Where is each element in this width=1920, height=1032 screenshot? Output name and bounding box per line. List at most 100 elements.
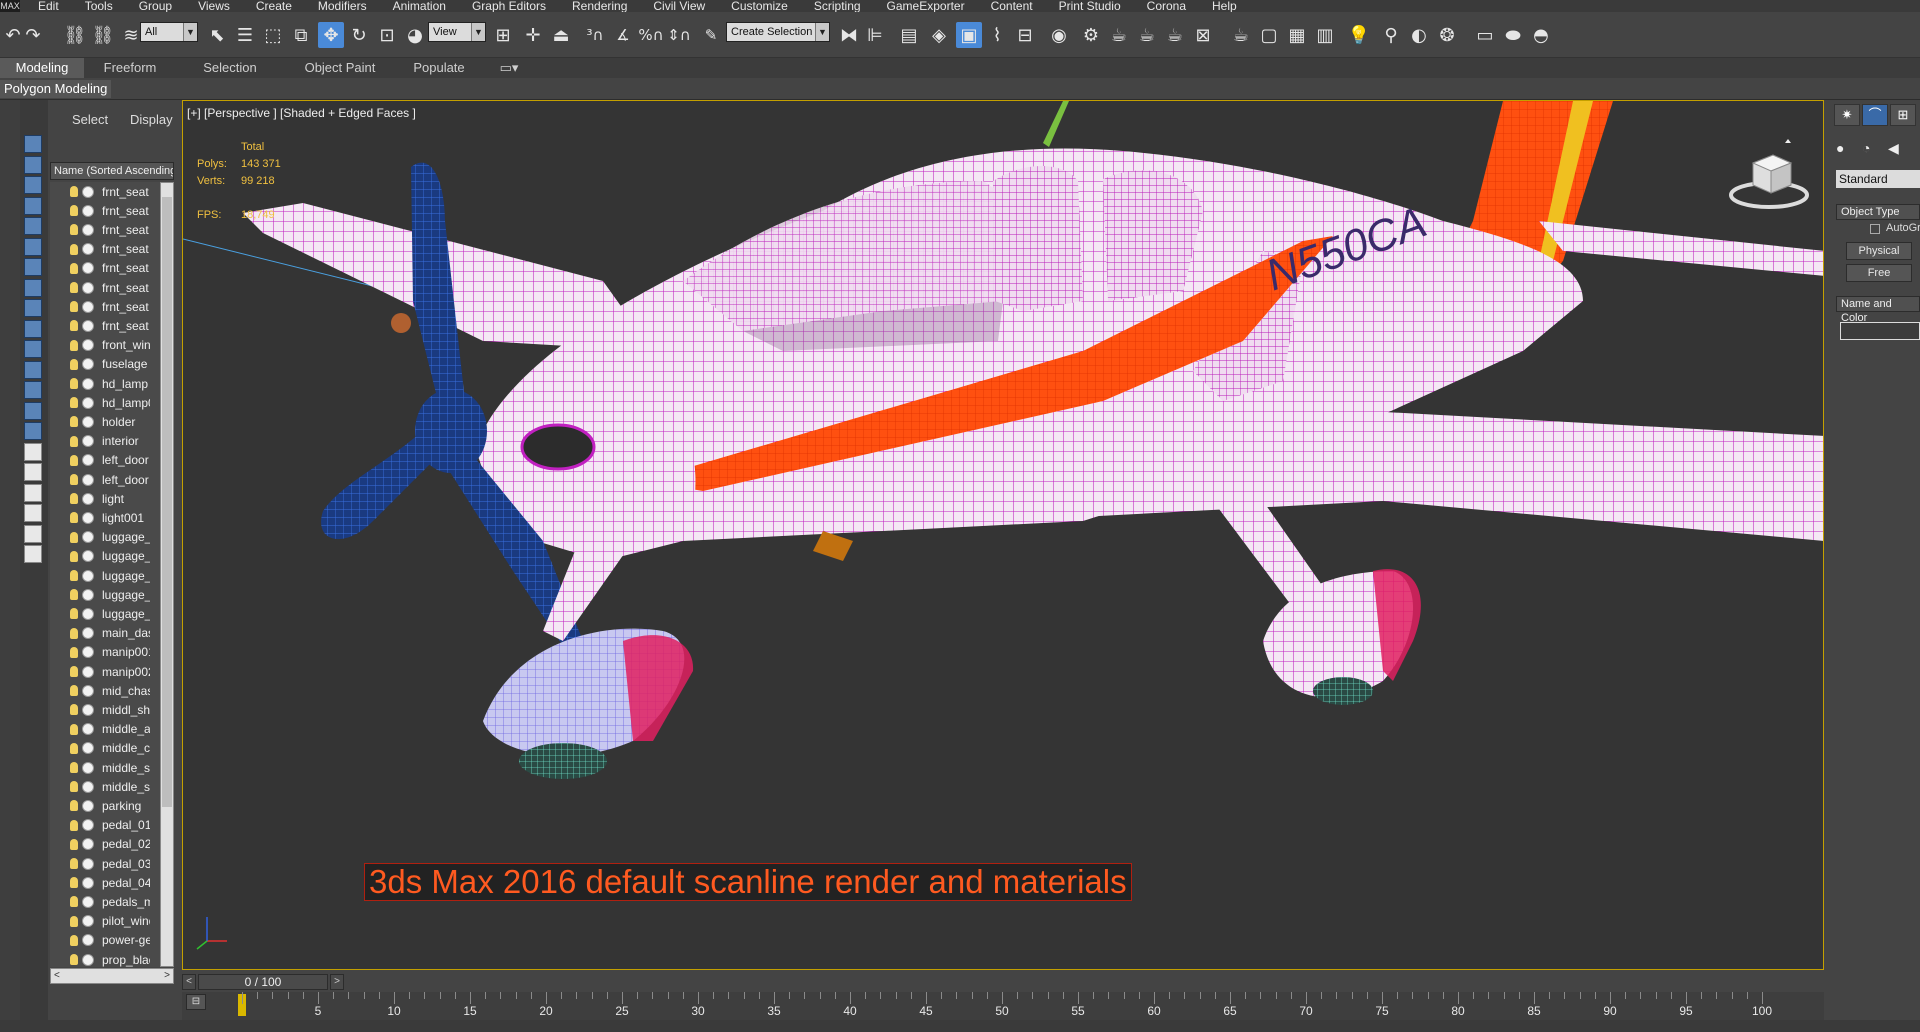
explorer-tab-display[interactable]: Display [130,112,173,127]
object-name-field[interactable] [1840,322,1920,340]
environment-icon[interactable]: ▢ [1256,22,1282,48]
visibility-icon[interactable] [82,684,94,697]
light-bulb-icon[interactable] [70,416,78,428]
light-bulb-icon[interactable] [70,205,78,217]
tab-populate[interactable]: Populate [404,58,474,78]
display-children-icon[interactable] [24,442,42,461]
display-spacewarps-icon[interactable] [24,258,42,276]
menu-help[interactable]: Help [1212,0,1237,12]
viewport-label[interactable]: [+] [Perspective ] [Shaded + Edged Faces… [187,106,416,120]
scrollbar-thumb[interactable] [162,197,172,807]
explorer-row[interactable]: pilot_wind [50,912,160,931]
menu-content[interactable]: Content [991,0,1033,12]
menu-gameexporter[interactable]: GameExporter [887,0,965,12]
light-bulb-icon[interactable] [70,723,78,735]
select-manipulate-icon[interactable]: ✛ [520,22,546,48]
light-bulb-icon[interactable] [70,819,78,831]
layer-manager-icon[interactable]: ▤ [896,22,922,48]
perspective-viewport[interactable]: N550CA [+] [Perspective ] [Shaded + Edge… [182,100,1824,970]
light-bulb-icon[interactable] [70,915,78,927]
explorer-row[interactable]: hd_lamp0 [50,393,160,412]
visibility-icon[interactable] [82,339,94,352]
filter-icon[interactable] [24,504,42,522]
menu-civil-view[interactable]: Civil View [653,0,705,12]
edit-named-selection-icon[interactable]: ✎ [698,22,724,48]
object-category-select[interactable]: Standard [1836,170,1920,188]
visibility-icon[interactable] [82,204,94,217]
window-crossing-icon[interactable]: ⧉ [288,22,314,48]
hair-icon[interactable]: ⚲ [1378,22,1404,48]
visibility-icon[interactable] [82,262,94,275]
visibility-icon[interactable] [82,358,94,371]
polygon-modeling-panel[interactable]: Polygon Modeling [0,80,112,98]
visibility-icon[interactable] [82,723,94,736]
explorer-row[interactable]: frnt_seat [50,220,160,239]
align-icon[interactable]: ⊫ [862,22,888,48]
visibility-icon[interactable] [82,492,94,505]
visibility-icon[interactable] [82,799,94,812]
create-tab-icon[interactable]: ✷ [1834,104,1860,126]
light-bulb-icon[interactable] [70,896,78,908]
display-containers-icon[interactable] [24,340,42,358]
explorer-row[interactable]: frnt_seat [50,182,160,201]
teapot-icon[interactable]: ☕ [1228,22,1254,48]
effects-icon[interactable]: ▦ [1284,22,1310,48]
light-bulb-icon[interactable] [70,954,78,965]
visibility-icon[interactable] [82,607,94,620]
visibility-icon[interactable] [82,415,94,428]
dome-primitive-icon[interactable]: ◓ [1528,22,1554,48]
light-bulb-icon[interactable] [70,454,78,466]
percent-snap-icon[interactable]: %∩ [638,22,664,48]
explorer-row[interactable]: middle_ch [50,739,160,758]
display-bones-icon[interactable] [24,319,42,338]
curve-editor-icon[interactable]: ⌇ [984,22,1010,48]
explorer-row[interactable]: middl_sha [50,700,160,719]
named-selection-select[interactable]: Create Selection Se ▼ [726,22,830,42]
visibility-icon[interactable] [82,185,94,198]
menu-create[interactable]: Create [256,0,292,12]
light-bulb-icon[interactable] [70,282,78,293]
light-bulb-icon[interactable] [70,531,78,543]
explorer-row[interactable]: pedal_02 [50,835,160,854]
snaps-toggle-icon[interactable]: ³∩ [582,22,608,48]
hierarchy-tab-icon[interactable]: ⊞ [1890,104,1916,126]
display-all-icon[interactable] [24,401,42,420]
menu-customize[interactable]: Customize [731,0,788,12]
display-shapes-icon[interactable] [24,176,42,194]
explorer-row[interactable]: power-ge [50,931,160,950]
sort-icon[interactable] [24,524,42,543]
explorer-row[interactable]: frnt_seat [50,201,160,220]
find-icon[interactable] [24,483,42,502]
reference-coordinate-select[interactable]: View ▼ [428,22,486,42]
box-primitive-icon[interactable]: ▭ [1472,22,1498,48]
explorer-row[interactable]: luggage_ [50,528,160,547]
light-bulb-icon[interactable] [70,858,78,869]
lights-icon[interactable]: ◀ [1888,140,1906,158]
explorer-horizontal-scrollbar[interactable]: < > [50,968,174,984]
tab-selection[interactable]: Selection [190,58,270,78]
light-bulb-icon[interactable] [70,800,78,812]
rect-selection-icon[interactable]: ⬚ [260,22,286,48]
display-invert-icon[interactable] [24,422,42,440]
light-bulb-icon[interactable] [70,378,78,389]
menu-animation[interactable]: Animation [393,0,446,12]
visibility-icon[interactable] [82,742,94,755]
light-bulb-icon[interactable] [70,435,78,447]
visibility-icon[interactable] [82,819,94,832]
mirror-icon[interactable]: ⧓ [836,22,862,48]
light-bulb-icon[interactable] [70,339,78,351]
explorer-row[interactable]: frnt_seat [50,240,160,259]
explorer-row[interactable]: luggage_ [50,566,160,585]
menu-rendering[interactable]: Rendering [572,0,627,12]
visibility-icon[interactable] [82,511,94,524]
light-bulb-icon[interactable] [70,762,78,773]
schematic-view-icon[interactable]: ⊟ [1012,22,1038,48]
corona-icon[interactable]: ❂ [1434,22,1460,48]
sphere-primitive-icon[interactable]: ⬬ [1500,22,1526,48]
visibility-icon[interactable] [82,281,94,294]
viewcube-icon[interactable] [1729,139,1811,211]
explorer-row[interactable]: pedal_04 [50,873,160,892]
light-bulb-icon[interactable] [70,186,78,197]
light-bulb-icon[interactable] [70,608,78,620]
light-bulb-icon[interactable] [70,550,78,562]
